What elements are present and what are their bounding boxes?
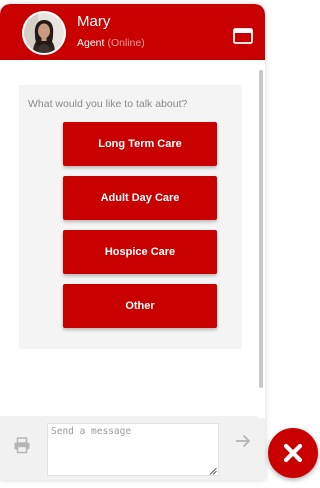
topic-prompt: What would you like to talk about? xyxy=(28,98,188,110)
agent-status: (Online) xyxy=(107,37,145,49)
close-chat-button[interactable] xyxy=(268,428,318,478)
agent-role-label: Agent xyxy=(77,37,105,49)
option-other-button[interactable]: Other xyxy=(63,284,217,328)
close-icon xyxy=(283,443,303,463)
minimize-button[interactable] xyxy=(233,27,253,45)
agent-role: Agent (Online) xyxy=(77,37,145,50)
agent-avatar xyxy=(22,11,66,55)
send-button[interactable] xyxy=(234,432,252,450)
message-input[interactable] xyxy=(47,423,219,476)
print-button[interactable] xyxy=(13,436,31,454)
chat-window: Mary Agent (Online) What would you like t… xyxy=(0,4,265,480)
agent-name: Mary xyxy=(77,13,111,30)
option-hospice-care-button[interactable]: Hospice Care xyxy=(63,230,217,274)
arrow-right-icon xyxy=(236,434,251,448)
composer-bar xyxy=(0,416,265,480)
agent-photo xyxy=(24,13,64,53)
topic-menu-card: What would you like to talk about? Long … xyxy=(19,85,242,349)
print-icon xyxy=(14,437,30,454)
scrollbar-thumb[interactable] xyxy=(259,70,263,388)
option-long-term-care-button[interactable]: Long Term Care xyxy=(63,122,217,166)
window-minimize-icon xyxy=(233,28,253,44)
chat-body: What would you like to talk about? Long … xyxy=(0,60,265,416)
resize-grip-icon[interactable] xyxy=(209,467,217,475)
chat-header: Mary Agent (Online) xyxy=(0,4,265,60)
option-adult-day-care-button[interactable]: Adult Day Care xyxy=(63,176,217,220)
